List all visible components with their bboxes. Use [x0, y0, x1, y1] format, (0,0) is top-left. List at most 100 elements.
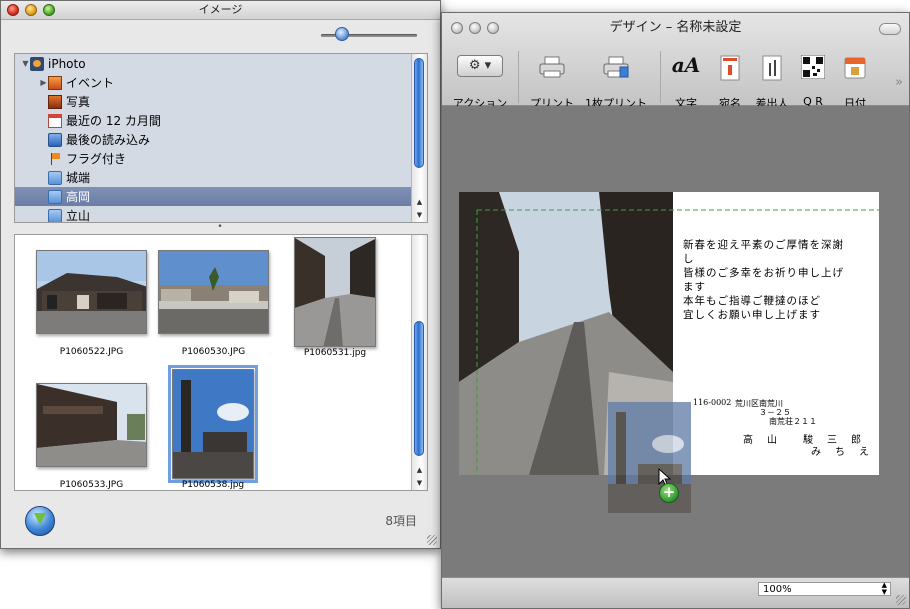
greeting-line[interactable]: 皆様のご多幸をお祈り申し上げ: [683, 265, 844, 280]
greeting-line[interactable]: し: [683, 251, 695, 266]
close-button[interactable]: [7, 4, 19, 16]
zoom-button[interactable]: [43, 4, 55, 16]
source-item-photos[interactable]: 写真: [15, 92, 411, 111]
image-window-titlebar[interactable]: イメージ: [1, 1, 440, 20]
thumbnail-item[interactable]: P1060530.JPG: [158, 250, 269, 357]
date-button[interactable]: 日付: [840, 51, 870, 110]
thumbnail-grid: P1060522.JPG P1060530.JPG P1060531.jpg P…: [14, 234, 428, 491]
thumbnail-image[interactable]: [36, 250, 147, 334]
zoom-value: 100%: [763, 584, 792, 595]
minimize-button[interactable]: [469, 22, 481, 34]
source-list: ▼ iPhoto ▶ イベント 写真 最近の 12 カ月間 最後の読み込み フラ…: [14, 53, 428, 223]
window-controls: [7, 4, 55, 16]
event-icon: [48, 75, 62, 90]
source-item-flagged[interactable]: フラグ付き: [15, 149, 411, 168]
thumbnail-item[interactable]: P1060531.jpg: [294, 237, 376, 358]
source-item-label: 最近の 12 カ月間: [66, 114, 161, 128]
postcard-icon: [720, 55, 740, 81]
zoom-select[interactable]: 100% ▲ ▼: [758, 582, 891, 596]
zoom-button[interactable]: [487, 22, 499, 34]
sender-address-line[interactable]: 南荒荘２１１: [769, 416, 817, 427]
source-item-label: 高岡: [66, 190, 91, 204]
album-icon: [48, 170, 62, 185]
thumbnail-item[interactable]: P1060533.JPG: [36, 383, 147, 490]
scroll-up-arrow-icon[interactable]: ▲: [412, 464, 427, 476]
status-bar: 100% ▲ ▼: [442, 577, 909, 608]
split-view-handle[interactable]: •: [214, 223, 226, 232]
design-canvas[interactable]: 新春を迎え平素のご厚情を深謝 し 皆様のご多幸をお祈り申し上げ ます 本年もご指…: [442, 106, 909, 578]
thumbnail-size-slider[interactable]: [321, 27, 417, 41]
sender-postal-code[interactable]: 116-0002: [693, 398, 731, 407]
thumbnail-item[interactable]: P1060538.jpg: [168, 365, 258, 490]
print-one-button[interactable]: 1枚プリント: [585, 51, 647, 110]
qr-button[interactable]: Q R: [798, 51, 828, 108]
resize-grip-icon[interactable]: [896, 595, 906, 605]
printer-one-icon: [603, 56, 629, 78]
calendar-icon: [844, 57, 866, 79]
action-menu-button[interactable]: ⚙ ▾ アクション: [453, 51, 507, 110]
thumbnail-image[interactable]: [294, 237, 376, 347]
scroll-down-arrow-icon[interactable]: ▼: [412, 209, 427, 221]
source-item-last-import[interactable]: 最後の読み込み: [15, 130, 411, 149]
minimize-button[interactable]: [25, 4, 37, 16]
resize-grip-icon[interactable]: [427, 535, 437, 545]
thumbnail-grid-scrollbar[interactable]: ▲ ▼: [411, 235, 427, 490]
greeting-line[interactable]: 本年もご指導ご鞭撻のほど: [683, 293, 821, 308]
flag-icon: [48, 152, 62, 166]
greeting-line[interactable]: ます: [683, 279, 706, 294]
sender-card-icon: [762, 55, 782, 81]
image-browser-window: イメージ ▼ iPhoto ▶ イベント 写真 最近の 12 カ月間 最後の読み…: [0, 0, 441, 549]
source-item-label: イベント: [66, 76, 115, 90]
scroll-down-arrow-icon[interactable]: ▼: [412, 477, 427, 489]
thumbnail-caption: P1060538.jpg: [181, 480, 245, 490]
addressee-button[interactable]: 宛名: [714, 51, 746, 110]
import-icon: [48, 132, 62, 147]
calendar-icon: [48, 113, 62, 128]
design-window-titlebar[interactable]: デザイン – 名称未設定: [442, 13, 909, 41]
close-button[interactable]: [451, 22, 463, 34]
source-item-iphoto[interactable]: ▼ iPhoto: [15, 54, 411, 73]
sender-button[interactable]: 差出人: [756, 51, 789, 110]
source-item-label: 写真: [66, 95, 91, 109]
text-style-icon: aA: [671, 53, 701, 77]
thumbnail-caption: P1060531.jpg: [303, 348, 367, 358]
window-controls: [451, 22, 499, 34]
thumbnail-image-selected[interactable]: [168, 365, 258, 483]
source-item-label: 立山: [66, 209, 91, 223]
thumbnail-image[interactable]: [36, 383, 147, 467]
source-item-album-takaoka[interactable]: 高岡: [15, 187, 411, 206]
thumbnail-image[interactable]: [158, 250, 269, 334]
text-button[interactable]: aA 文字: [670, 51, 702, 110]
print-button[interactable]: プリント: [530, 51, 574, 110]
item-count-label: 8項目: [385, 514, 417, 528]
album-icon: [48, 208, 62, 222]
greeting-line[interactable]: 宜しくお願い申し上げます: [683, 307, 821, 322]
slider-knob[interactable]: [335, 27, 349, 41]
thumbnail-caption: P1060530.JPG: [181, 347, 246, 357]
sender-name-family[interactable]: み ち え: [811, 443, 871, 458]
download-globe-icon[interactable]: [25, 506, 55, 536]
greeting-line[interactable]: 新春を迎え平素のご厚情を深謝: [683, 237, 844, 252]
scroll-thumb[interactable]: [414, 321, 424, 456]
thumbnail-caption: P1060533.JPG: [59, 480, 124, 490]
source-item-events[interactable]: ▶ イベント: [15, 73, 411, 92]
toolbar: ⚙ ▾ アクション プリント 1枚プリント aA 文字 宛名 差出人 Q R 日…: [442, 45, 909, 110]
scroll-up-arrow-icon[interactable]: ▲: [412, 196, 427, 208]
disclosure-right-icon[interactable]: ▶: [39, 78, 48, 87]
scroll-thumb[interactable]: [414, 58, 424, 168]
disclosure-down-icon[interactable]: ▼: [21, 59, 30, 68]
source-item-album-tateyama[interactable]: 立山: [15, 206, 411, 223]
qr-code-icon: [801, 55, 825, 79]
source-item-recent[interactable]: 最近の 12 カ月間: [15, 111, 411, 130]
source-list-scrollbar[interactable]: ▲ ▼: [411, 54, 427, 222]
source-item-label: 最後の読み込み: [66, 133, 151, 147]
drag-preview-image: [608, 402, 691, 513]
album-icon: [48, 189, 62, 204]
photo-icon: [48, 94, 62, 109]
iphoto-icon: [30, 56, 44, 71]
add-plus-icon: +: [659, 483, 679, 503]
thumbnail-item[interactable]: P1060522.JPG: [36, 250, 147, 357]
source-item-album-johana[interactable]: 城端: [15, 168, 411, 187]
toolbar-toggle-button[interactable]: [879, 23, 901, 35]
toolbar-overflow-chevron-icon[interactable]: »: [895, 75, 903, 90]
